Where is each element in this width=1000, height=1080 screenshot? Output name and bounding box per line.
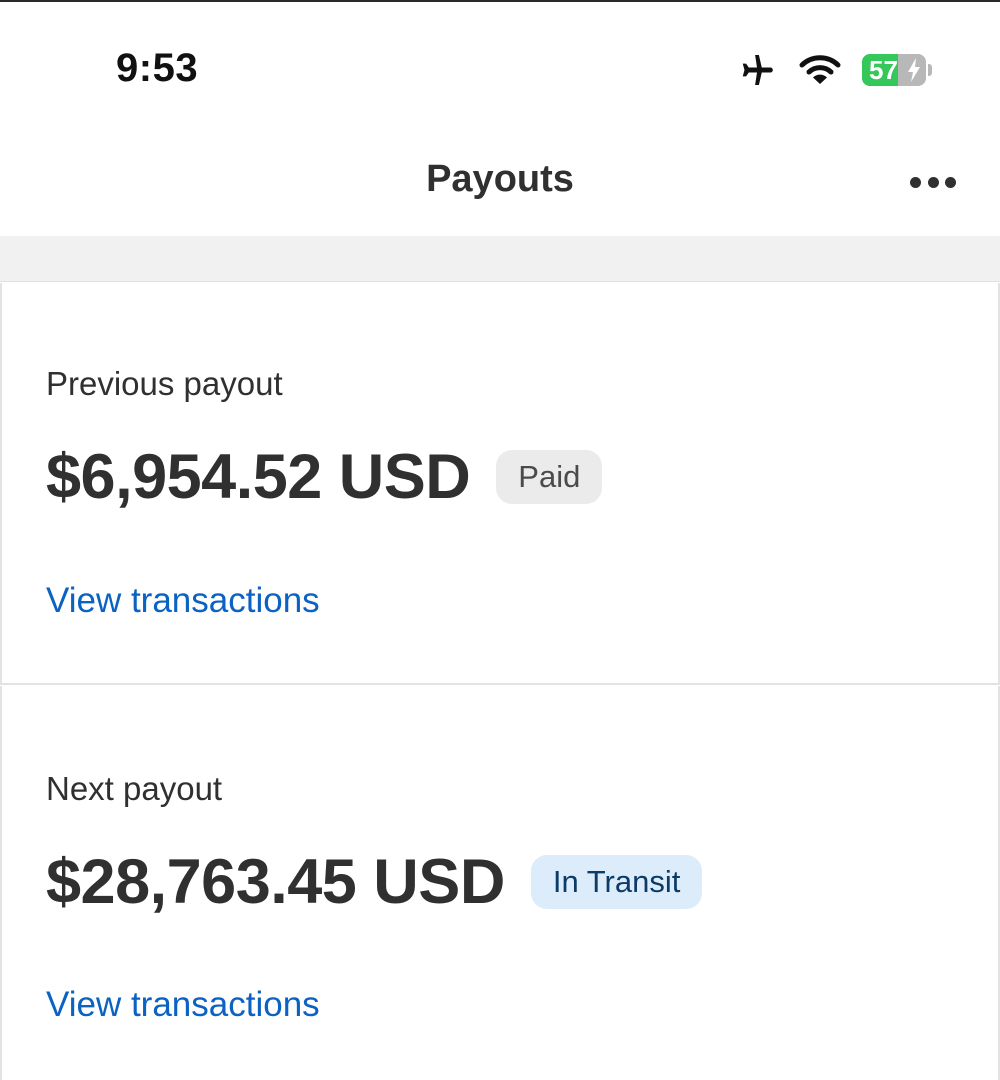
airplane-icon (736, 51, 778, 89)
next-payout-label: Next payout (46, 770, 223, 807)
battery-cap (928, 64, 932, 76)
ellipsis-dot (945, 176, 956, 188)
ellipsis-icon (910, 176, 921, 188)
status-icons: 57 (736, 50, 932, 90)
nav-header: Payouts (0, 132, 1000, 236)
previous-payout-card: Previous payout $6,954.52 USD Paid View … (0, 283, 1000, 685)
next-payout-amount: $28,763.45 USD (46, 847, 505, 917)
payouts-screen: 9:53 57 Payouts Previous payout $6,954.5… (0, 0, 1000, 1080)
status-badge-in-transit: In Transit (530, 855, 703, 909)
more-options-button[interactable] (910, 170, 956, 194)
battery-indicator: 57 (862, 54, 926, 86)
next-view-transactions-link[interactable]: View transactions (46, 985, 320, 1025)
battery-icon: 57 (862, 54, 932, 86)
next-payout-card: Next payout $28,763.45 USD In Transit Vi… (0, 686, 1000, 1080)
status-time: 9:53 (116, 46, 199, 90)
next-payout-amount-row: $28,763.45 USD In Transit (46, 846, 703, 918)
previous-payout-amount: $6,954.52 USD (46, 442, 471, 512)
previous-payout-amount-row: $6,954.52 USD Paid (46, 441, 603, 513)
section-separator (0, 236, 1000, 282)
previous-payout-label: Previous payout (46, 365, 283, 402)
status-bar: 9:53 57 (0, 2, 1000, 132)
wifi-icon (798, 53, 842, 87)
page-title: Payouts (426, 158, 574, 200)
ellipsis-dot (927, 176, 939, 188)
charging-bolt-icon (908, 58, 920, 82)
previous-view-transactions-link[interactable]: View transactions (46, 581, 320, 621)
status-badge-paid: Paid (496, 450, 603, 504)
